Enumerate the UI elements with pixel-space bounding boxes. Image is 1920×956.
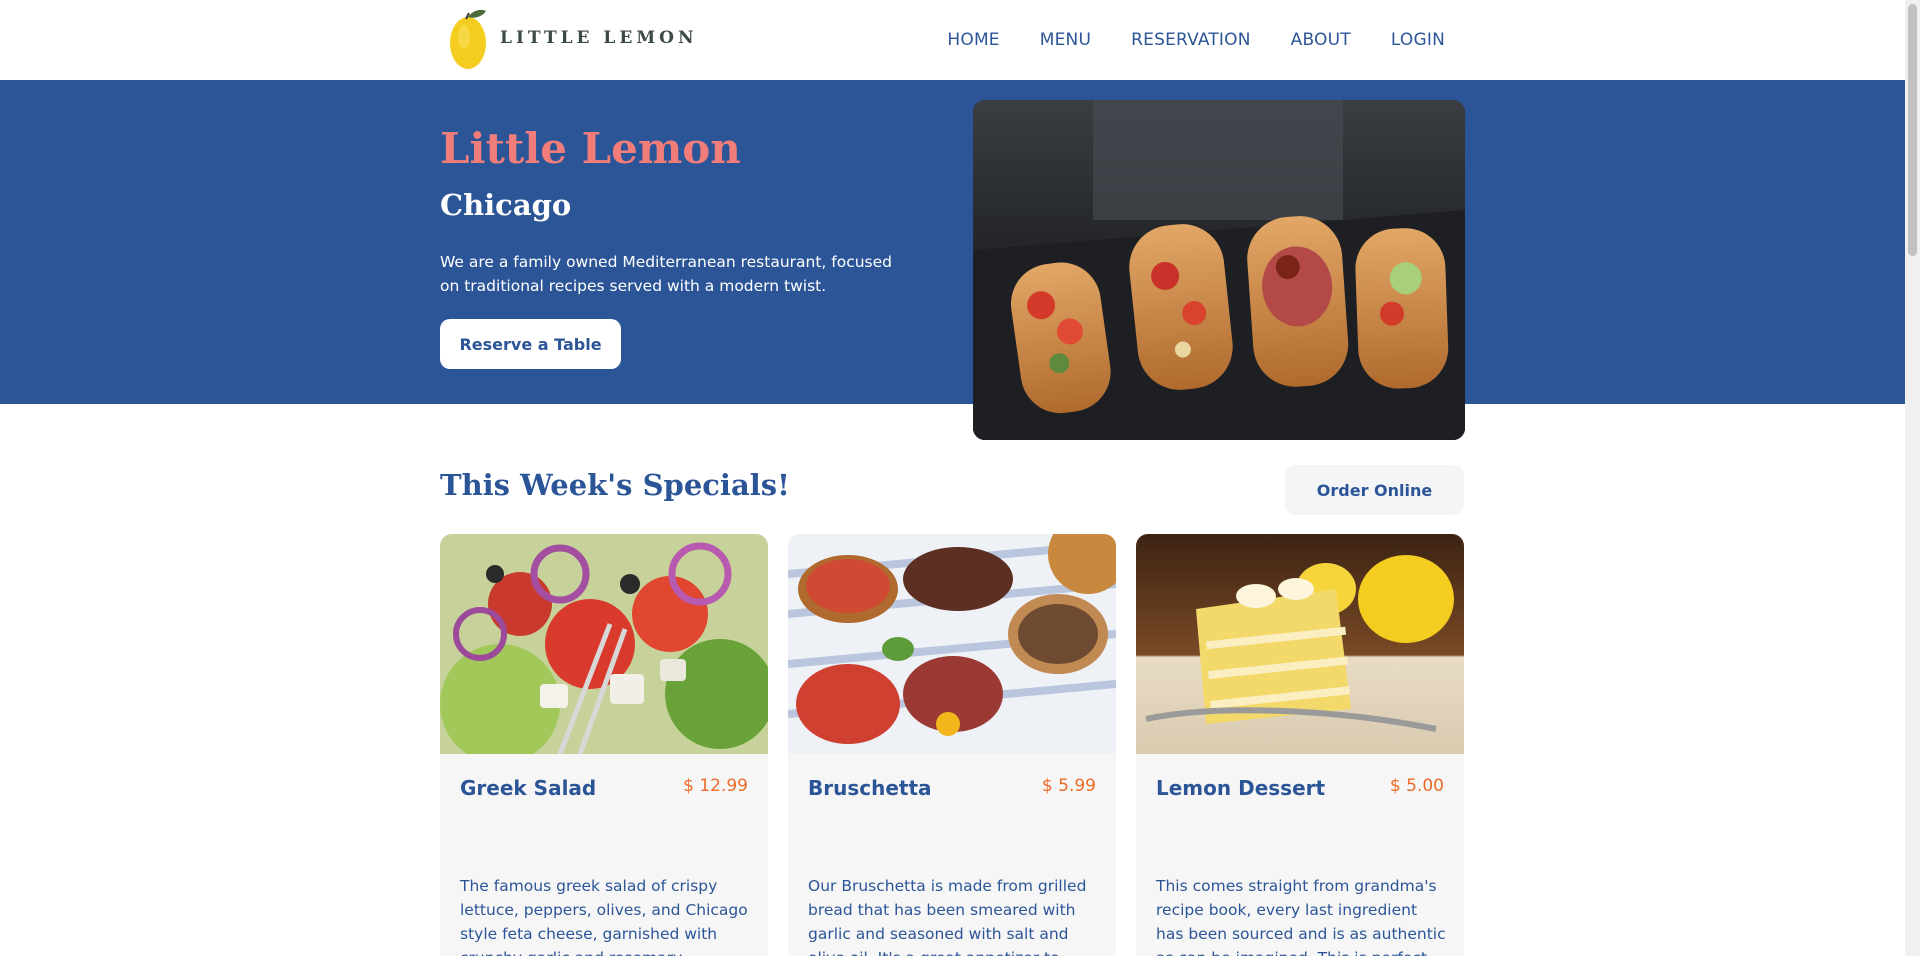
card-description: This comes straight from grandma's recip…: [1156, 877, 1446, 956]
reserve-table-button[interactable]: Reserve a Table: [440, 319, 621, 369]
scrollbar-thumb[interactable]: [1908, 4, 1917, 256]
nav-reservation[interactable]: RESERVATION: [1131, 30, 1251, 50]
main-nav: HOME MENU RESERVATION ABOUT LOGIN: [947, 0, 1445, 80]
special-card-lemon-dessert[interactable]: Lemon Dessert $ 5.00 This comes straight…: [1136, 534, 1464, 956]
hero-section: Little Lemon Chicago We are a family own…: [0, 80, 1905, 404]
site-header: LITTLE LEMON HOME MENU RESERVATION ABOUT…: [0, 0, 1905, 80]
nav-home[interactable]: HOME: [947, 30, 999, 50]
special-card-greek-salad[interactable]: Greek Salad $ 12.99 The famous greek sal…: [440, 534, 768, 956]
nav-login[interactable]: LOGIN: [1391, 30, 1445, 50]
card-description: Our Bruschetta is made from grilled brea…: [808, 877, 1087, 956]
card-description: The famous greek salad of crispy lettuce…: [460, 877, 748, 956]
card-price: $ 5.00: [1389, 776, 1444, 796]
page-scrollbar[interactable]: [1905, 0, 1920, 956]
hero-subtitle: Chicago: [440, 188, 572, 222]
lemon-logo-icon: [448, 7, 490, 69]
card-price: $ 5.99: [1041, 776, 1096, 796]
logo[interactable]: LITTLE LEMON: [448, 6, 698, 70]
card-title: Greek Salad: [460, 776, 597, 800]
card-title: Bruschetta: [808, 776, 932, 800]
card-title: Lemon Dessert: [1156, 776, 1326, 800]
specials-title: This Week's Specials!: [440, 468, 790, 502]
lemon-dessert-image: [1136, 534, 1464, 754]
order-online-button[interactable]: Order Online: [1285, 465, 1464, 515]
special-card-bruschetta[interactable]: Bruschetta $ 5.99 Our Bruschetta is made…: [788, 534, 1116, 956]
hero-image: [973, 100, 1465, 440]
brand-name: LITTLE LEMON: [500, 28, 698, 48]
nav-menu[interactable]: MENU: [1040, 30, 1091, 50]
greek-salad-image: [440, 534, 768, 754]
hero-title: Little Lemon: [440, 124, 741, 173]
card-price: $ 12.99: [683, 776, 748, 796]
nav-about[interactable]: ABOUT: [1291, 30, 1351, 50]
bruschetta-image: [788, 534, 1116, 754]
hero-description: We are a family owned Mediterranean rest…: [440, 253, 893, 295]
